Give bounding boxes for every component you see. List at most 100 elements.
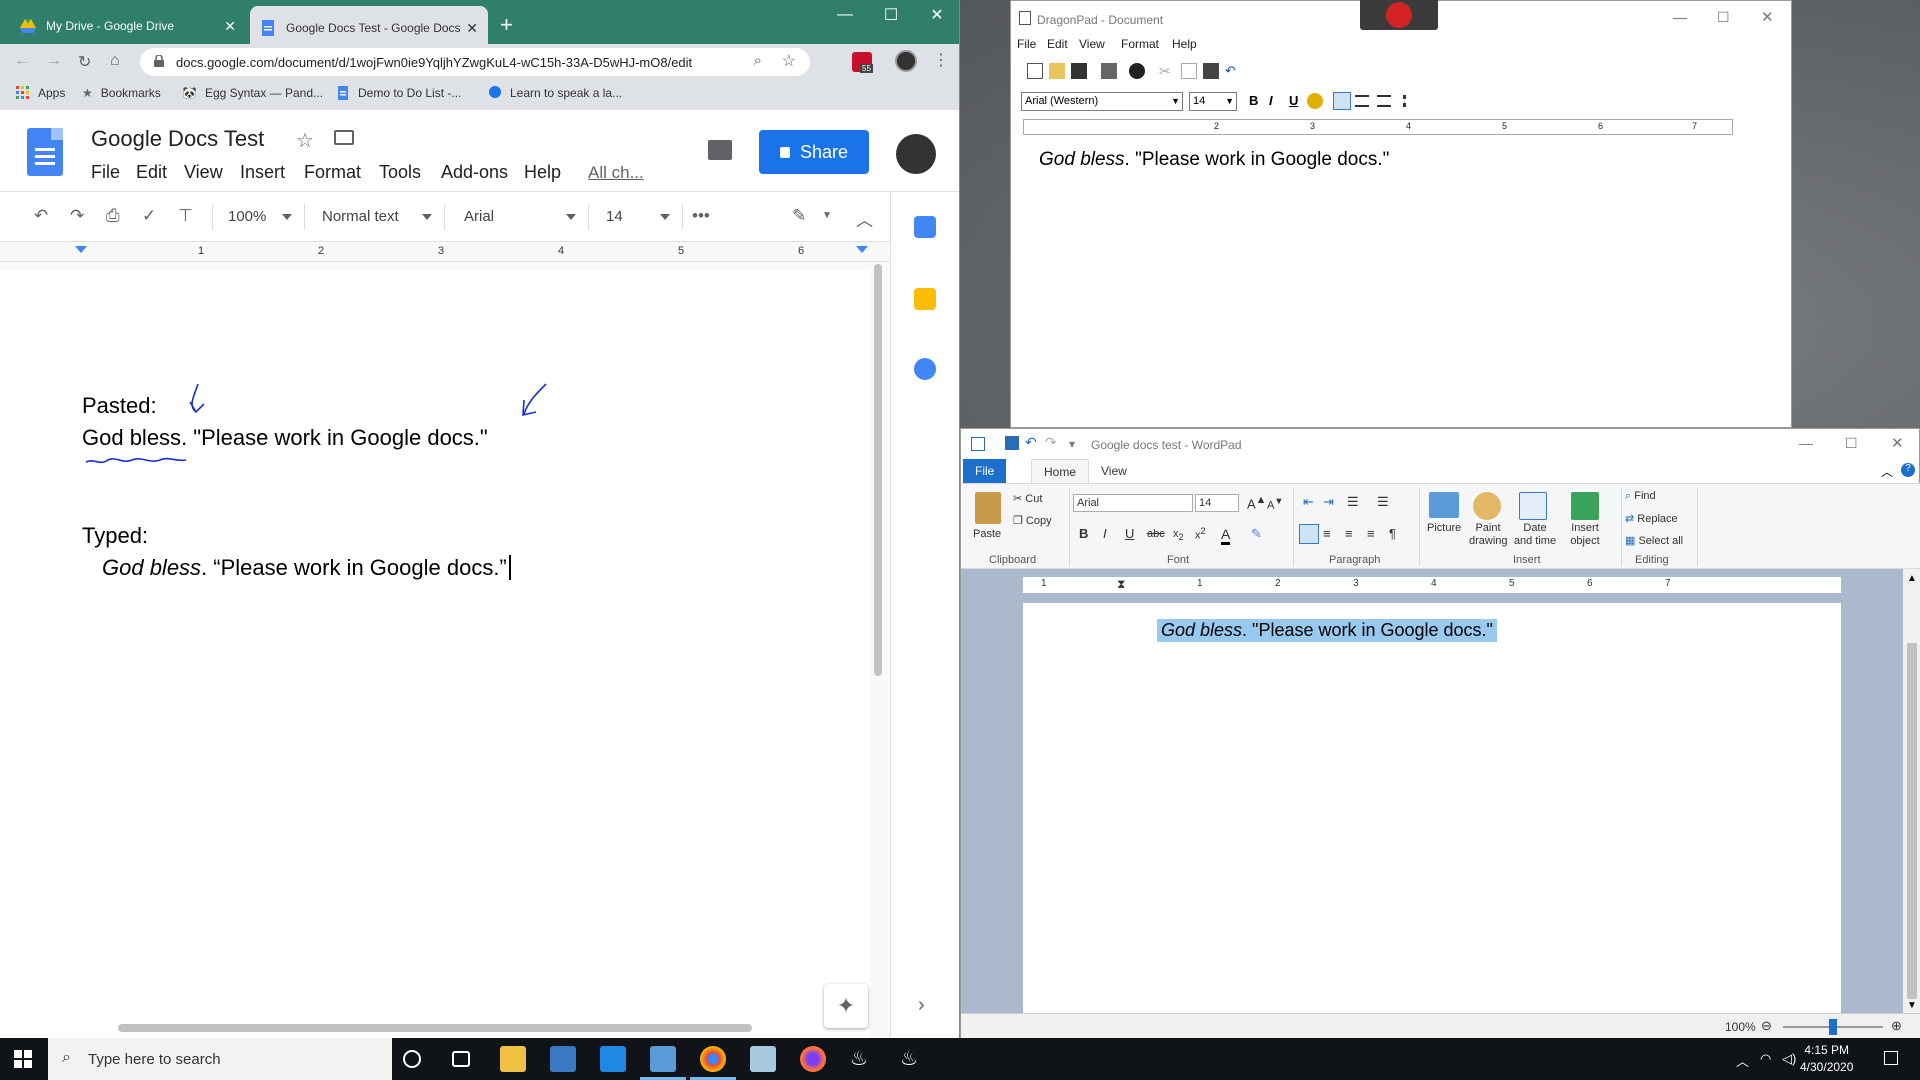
task-view-icon[interactable] [452,1051,470,1067]
zoom-select[interactable]: 100% [228,208,292,225]
insert-object-icon[interactable] [1571,492,1599,520]
user-avatar[interactable] [896,134,936,174]
minimize-button[interactable]: — [822,0,868,30]
notifications-icon[interactable] [1884,1051,1898,1065]
address-bar[interactable]: docs.google.com/document/d/1wojFwn0ie9Yq… [140,48,810,76]
chevron-down-icon[interactable]: ▼ [822,210,832,221]
bookmark-apps[interactable]: Apps [16,86,65,100]
replace-button[interactable]: ⇄ Replace [1625,512,1678,525]
align-right-button[interactable]: ≡ [1345,526,1353,541]
date-time-icon[interactable] [1519,492,1547,520]
strikethrough-button[interactable]: abc [1147,528,1165,540]
italic-button[interactable]: I [1103,526,1107,541]
vertical-scrollbar[interactable]: ▲ ▼ [1903,569,1920,1013]
volume-icon[interactable]: ◁) [1782,1051,1796,1067]
bookmark-learn-speak[interactable]: Learn to speak a la... [488,86,622,100]
more-icon[interactable]: ••• [692,206,710,226]
text-color-icon[interactable]: A [1221,526,1231,545]
paste-icon[interactable] [1203,63,1219,79]
bookmark-folder[interactable]: ★ Bookmarks [82,86,161,100]
menu-help[interactable]: Help [1172,37,1197,51]
keep-icon[interactable] [914,288,936,310]
document-page[interactable]: Pasted: God bless. "Please work in Googl… [0,270,870,1038]
move-folder-icon[interactable] [334,130,354,145]
scroll-thumb[interactable] [1907,643,1917,999]
windows-start-icon[interactable] [14,1050,32,1068]
bookmark-egg-syntax[interactable]: 🐼 Egg Syntax — Pand... [182,86,323,100]
wordpad-ruler[interactable]: 1 ⧗ 1 2 3 4 5 6 7 [1023,577,1841,593]
taskbar-clock[interactable]: 4:15 PM 4/30/2020 [1800,1042,1853,1076]
forward-arrow-icon[interactable]: → [46,52,62,70]
tab-my-drive[interactable]: My Drive - Google Drive ✕ [10,8,246,44]
menu-view[interactable]: View [1079,37,1105,51]
docs-ruler[interactable]: 1 2 3 4 5 6 [0,242,890,262]
wordpad-page[interactable]: God bless. "Please work in Google docs." [1023,603,1841,1013]
find-button[interactable]: ⌕ Find [1625,490,1656,503]
select-all-button[interactable]: ▦ Select all [1625,534,1683,547]
paint-drawing-label[interactable]: Paint drawing [1469,522,1508,548]
right-indent-marker[interactable] [856,246,868,259]
browser-menu-icon[interactable]: ⋮ [933,50,949,70]
style-select[interactable]: Normal text [322,208,432,225]
horizontal-scrollbar[interactable] [118,1024,752,1032]
comment-icon[interactable] [708,140,732,160]
indent-marker[interactable]: ⧗ [1117,577,1125,592]
save-icon[interactable] [1071,63,1087,79]
close-tab-icon[interactable]: ✕ [466,20,478,37]
close-tab-icon[interactable]: ✕ [224,18,236,35]
undo-icon[interactable]: ↶ [34,206,48,226]
open-folder-icon[interactable] [1049,63,1065,79]
cut-icon[interactable]: ✂ [1159,63,1175,79]
network-icon[interactable]: ◠ [1760,1051,1771,1067]
underline-button[interactable]: U [1289,93,1298,108]
bookmark-star-icon[interactable]: ☆ [782,51,796,71]
line-spacing-icon[interactable]: ☰ [1377,494,1389,510]
scroll-down-icon[interactable]: ▼ [1907,1000,1917,1011]
quick-redo-icon[interactable]: ↷ [1045,434,1057,451]
vertical-scrollbar[interactable] [874,264,882,676]
picture-icon[interactable] [1429,492,1459,518]
show-hidden-icons-chevron[interactable]: ︿ [1736,1051,1749,1070]
all-changes-saved-link[interactable]: All ch... [588,163,644,183]
home-icon[interactable]: ⌂ [110,52,120,70]
bold-button[interactable]: B [1249,93,1258,108]
wordpad-taskbar-icon[interactable] [640,1046,686,1080]
zoom-in-icon[interactable]: ⊕ [1891,1018,1902,1034]
notepad-icon[interactable] [750,1046,776,1072]
undo-icon[interactable]: ↶ [1225,63,1241,79]
insert-object-label[interactable]: Insert object [1565,522,1605,548]
mail-icon[interactable] [600,1046,626,1072]
highlight-icon[interactable]: ✎ [1251,526,1262,542]
dragon-icon[interactable]: ♨ [850,1046,876,1072]
firefox-icon[interactable] [800,1046,826,1072]
font-size-select[interactable]: 14 [1195,494,1239,512]
calendar-icon[interactable] [914,216,936,238]
menu-tools[interactable]: Tools [379,162,421,183]
menu-help[interactable]: Help [524,162,561,183]
paint-format-icon[interactable]: ⊤ [178,206,193,226]
align-center-button[interactable] [1355,95,1369,107]
dragonpad-document-text[interactable]: God bless. "Please work in Google docs." [1039,149,1389,171]
collapse-ribbon-icon[interactable]: ︿ [1881,463,1893,480]
tab-file[interactable]: File [963,459,1007,483]
paragraph-settings-button[interactable]: ¶ [1389,526,1396,541]
close-window-button[interactable]: ✕ [1761,8,1774,26]
microphone-icon[interactable] [1386,2,1412,28]
zoom-icon[interactable]: ⌕ [754,52,762,69]
quick-undo-icon[interactable]: ↶ [1025,434,1037,451]
dragonpad-taskbar-icon[interactable]: ♨ [900,1046,926,1072]
justify-button[interactable]: ≡ [1367,526,1375,541]
date-time-label[interactable]: Date and time [1513,522,1557,548]
paint-drawing-icon[interactable] [1473,492,1501,520]
print-icon[interactable] [1101,63,1117,79]
menu-insert[interactable]: Insert [240,162,285,183]
spellcheck-icon[interactable]: ✓ [142,206,156,226]
menu-format[interactable]: Format [1121,37,1159,51]
print-icon[interactable]: ⎙ [106,206,120,226]
quick-save-icon[interactable] [1005,436,1019,450]
increase-indent-icon[interactable]: ⇥ [1323,494,1334,510]
align-left-button[interactable] [1333,92,1351,110]
edit-mode-pencil-icon[interactable]: ✎ [792,206,806,226]
new-document-icon[interactable] [1027,63,1043,79]
superscript-button[interactable]: x2 [1195,526,1206,542]
